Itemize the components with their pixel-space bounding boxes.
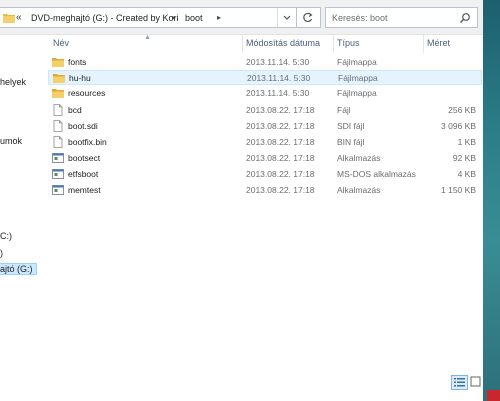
navigation-pane[interactable]: helyek umok C:) ) ajtó (G:) [0,35,45,401]
file-date: 2013.08.22. 17:18 [246,137,315,147]
file-name: hu-hu [69,73,91,83]
table-row[interactable]: memtest 2013.08.22. 17:18 Alkalmazás 1 1… [48,183,482,198]
column-divider[interactable] [333,35,334,53]
app-icon [52,152,64,164]
file-name: memtest [68,185,101,195]
file-type: Fájlmappa [337,88,377,98]
nav-item-drive[interactable]: ) [0,248,3,258]
folder-icon [52,56,64,68]
file-type: SDI fájl [337,121,365,131]
address-bar[interactable]: « DVD-meghajtó (G:) - Created by Kori ▸ … [0,7,297,28]
app-icon [52,184,64,196]
file-type: Fájl [337,105,351,115]
address-dropdown-button[interactable] [277,8,296,27]
file-type: Alkalmazás [337,185,381,195]
file-icon [52,136,64,148]
desktop-background-strip [483,0,500,401]
breadcrumb-separator-icon[interactable]: ▸ [217,13,221,22]
file-type: MS-DOS alkalmazás [337,169,416,179]
file-type: Alkalmazás [337,153,381,163]
column-divider[interactable] [423,35,424,53]
column-header-size[interactable]: Méret [427,38,450,48]
file-list[interactable]: fonts 2013.11.14. 5:30 Fájlmappa hu-hu 2… [48,55,483,385]
file-type: BIN fájl [337,137,365,147]
folder-icon [3,12,15,25]
file-name: bootsect [68,153,101,163]
table-row[interactable]: etfsboot 2013.08.22. 17:18 MS-DOS alkalm… [48,167,482,182]
file-date: 2013.08.22. 17:18 [246,153,315,163]
column-header-name[interactable]: Név [53,38,69,48]
file-icon [52,120,64,132]
column-divider[interactable] [242,35,243,53]
file-name: boot.sdi [68,121,98,131]
refresh-icon [303,12,313,23]
app-icon [52,168,64,180]
column-headers: ▲ Név Módosítás dátuma Típus Méret [48,34,483,53]
address-toolbar: « DVD-meghajtó (G:) - Created by Kori ▸ … [0,0,500,35]
table-row[interactable]: bcd 2013.08.22. 17:18 Fájl 256 KB [48,103,482,118]
table-row[interactable]: resources 2013.11.14. 5:30 Fájlmappa [48,86,482,101]
nav-item-drive-c[interactable]: C:) [0,231,12,241]
file-size: 3 096 KB [441,121,476,131]
file-date: 2013.11.14. 5:30 [247,73,311,83]
file-date: 2013.08.22. 17:18 [246,121,315,131]
table-row[interactable]: bootfix.bin 2013.08.22. 17:18 BIN fájl 1… [48,135,482,150]
nav-item-documents[interactable]: umok [0,136,22,146]
large-icons-view-icon [470,376,481,387]
file-date: 2013.11.14. 5:30 [246,88,310,98]
refresh-button[interactable] [297,7,321,28]
file-size: 256 KB [448,105,476,115]
file-name: bootfix.bin [68,137,107,147]
file-size: 1 KB [457,137,476,147]
overflow-chevron-icon[interactable]: « [16,12,22,23]
table-row[interactable]: hu-hu 2013.11.14. 5:30 Fájlmappa [48,70,482,85]
file-icon [52,104,64,116]
file-size: 92 KB [452,153,476,163]
file-date: 2013.08.22. 17:18 [246,185,315,195]
nav-item-dvd-drive[interactable]: ajtó (G:) [0,263,37,275]
table-row[interactable]: boot.sdi 2013.08.22. 17:18 SDI fájl 3 09… [48,119,482,134]
file-size: 4 KB [457,169,476,179]
table-row[interactable]: bootsect 2013.08.22. 17:18 Alkalmazás 92… [48,151,482,166]
folder-icon [52,87,64,99]
table-row[interactable]: fonts 2013.11.14. 5:30 Fájlmappa [48,55,482,70]
file-name: resources [68,88,106,98]
search-box[interactable]: Keresés: boot [325,7,478,28]
file-type: Fájlmappa [337,57,377,67]
file-name: etfsboot [68,169,99,179]
file-type: Fájlmappa [338,73,378,83]
nav-item-places[interactable]: helyek [0,77,26,87]
file-date: 2013.08.22. 17:18 [246,105,315,115]
column-header-type[interactable]: Típus [337,38,360,48]
breadcrumb-separator-icon[interactable]: ▸ [172,13,176,22]
column-header-date[interactable]: Módosítás dátuma [246,38,320,48]
details-view-icon [454,378,465,387]
file-date: 2013.11.14. 5:30 [246,57,310,67]
file-name: bcd [68,105,82,115]
search-input[interactable]: Keresés: boot [332,13,388,23]
file-date: 2013.08.22. 17:18 [246,169,315,179]
taskbar-corner [487,390,500,401]
breadcrumb-drive[interactable]: DVD-meghajtó (G:) - Created by Kori [31,13,179,23]
file-name: fonts [68,57,87,67]
breadcrumb-boot[interactable]: boot [185,13,203,23]
sort-ascending-icon: ▲ [144,34,151,41]
details-view-button[interactable] [451,375,468,390]
file-size: 1 150 KB [441,185,476,195]
folder-icon [53,72,65,84]
chevron-down-icon [283,15,291,20]
pane-splitter[interactable] [43,35,47,401]
large-icons-view-button[interactable] [468,375,485,390]
search-icon[interactable] [459,12,471,26]
